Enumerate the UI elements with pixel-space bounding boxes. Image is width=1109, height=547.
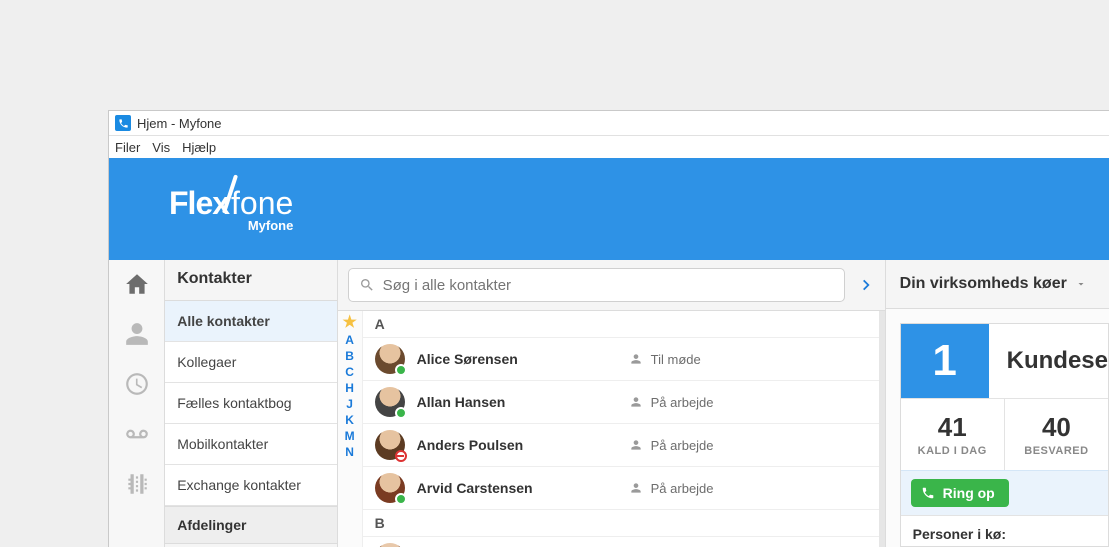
queue-actions: Ring op bbox=[901, 470, 1108, 515]
sidebar-item-colleagues[interactable]: Kollegaer bbox=[165, 342, 336, 383]
person-icon bbox=[629, 395, 643, 409]
presence-indicator bbox=[395, 450, 407, 462]
voicemail-icon[interactable] bbox=[123, 420, 151, 448]
avatar bbox=[375, 387, 405, 417]
brand-word-fone: fone bbox=[231, 185, 293, 222]
contact-status: På arbejde bbox=[629, 481, 714, 496]
contact-name: Anders Poulsen bbox=[417, 437, 617, 453]
presence-indicator bbox=[395, 407, 407, 419]
alpha-m[interactable]: M bbox=[345, 429, 355, 443]
menu-view[interactable]: Vis bbox=[152, 140, 170, 155]
avatar bbox=[375, 430, 405, 460]
contact-row[interactable]: Birthe Jensen Fri bbox=[363, 537, 879, 547]
sidebar-item-all-contacts[interactable]: Alle kontakter bbox=[165, 301, 336, 342]
nav-rail bbox=[109, 260, 165, 547]
stat-value: 40 bbox=[1042, 412, 1071, 443]
alpha-h[interactable]: H bbox=[345, 381, 354, 395]
alpha-n[interactable]: N bbox=[345, 445, 354, 459]
queue-stats: 41 KALD I DAG 40 BESVARED bbox=[901, 398, 1108, 470]
sidebar-item-exchange[interactable]: Exchange kontakter bbox=[165, 465, 336, 506]
stat-answered: 40 BESVARED bbox=[1005, 399, 1108, 470]
contact-name: Alice Sørensen bbox=[417, 351, 617, 367]
stat-label: KALD I DAG bbox=[918, 445, 987, 457]
home-icon[interactable] bbox=[123, 270, 151, 298]
menu-file[interactable]: Filer bbox=[115, 140, 140, 155]
alpha-k[interactable]: K bbox=[345, 413, 354, 427]
phone-icon bbox=[921, 486, 935, 500]
search-box[interactable] bbox=[348, 268, 845, 302]
window-title: Hjem - Myfone bbox=[137, 116, 222, 131]
dialpad-icon[interactable] bbox=[123, 470, 151, 498]
brand-subtitle: Myfone bbox=[248, 218, 294, 233]
queues-header[interactable]: Din virksomheds køer bbox=[886, 260, 1109, 309]
alpha-b[interactable]: B bbox=[345, 349, 354, 363]
call-button-label: Ring op bbox=[943, 485, 995, 501]
avatar bbox=[375, 473, 405, 503]
stat-label: BESVARED bbox=[1024, 445, 1088, 457]
queue-card: 1 Kundese 41 KALD I DAG 40 BESVARED bbox=[900, 323, 1109, 547]
main-layout: Kontakter Alle kontakter Kollegaer Fælle… bbox=[109, 260, 1109, 547]
contact-row[interactable]: Allan Hansen På arbejde bbox=[363, 381, 879, 424]
search-icon bbox=[359, 277, 375, 293]
person-icon bbox=[629, 481, 643, 495]
avatar bbox=[375, 344, 405, 374]
contact-row[interactable]: Alice Sørensen Til møde bbox=[363, 338, 879, 381]
alpha-j[interactable]: J bbox=[346, 397, 353, 411]
sidebar-item-mobile[interactable]: Mobilkontakter bbox=[165, 424, 336, 465]
next-arrow-icon[interactable] bbox=[857, 276, 875, 294]
person-icon bbox=[629, 438, 643, 452]
sidebar-item-shared-book[interactable]: Fælles kontaktbog bbox=[165, 383, 336, 424]
title-bar: Hjem - Myfone bbox=[109, 111, 1109, 136]
sidebar: Kontakter Alle kontakter Kollegaer Fælle… bbox=[165, 260, 337, 547]
group-header-b: B bbox=[363, 510, 879, 537]
person-icon bbox=[629, 352, 643, 366]
avatar bbox=[375, 543, 405, 547]
sidebar-title: Kontakter bbox=[165, 260, 336, 301]
app-window: Hjem - Myfone Filer Vis Hjælp Flex fone … bbox=[108, 110, 1109, 547]
contacts-list[interactable]: A Alice Sørensen Til møde bbox=[362, 311, 885, 547]
chevron-down-icon bbox=[1075, 278, 1087, 290]
contact-row[interactable]: Anders Poulsen På arbejde bbox=[363, 424, 879, 467]
brand-banner: Flex fone Myfone bbox=[109, 158, 1109, 260]
alpha-rail: ★ A B C H J K M N bbox=[338, 311, 362, 547]
contact-name: Allan Hansen bbox=[417, 394, 617, 410]
sidebar-section-departments[interactable]: Afdelinger bbox=[165, 506, 336, 544]
contact-status: På arbejde bbox=[629, 438, 714, 453]
contact-status: På arbejde bbox=[629, 395, 714, 410]
queues-title: Din virksomheds køer bbox=[900, 275, 1067, 293]
alpha-c[interactable]: C bbox=[345, 365, 354, 379]
contacts-body: ★ A B C H J K M N A bbox=[338, 311, 885, 547]
presence-indicator bbox=[395, 364, 407, 376]
center-column: ★ A B C H J K M N A bbox=[338, 260, 886, 547]
search-input[interactable] bbox=[383, 277, 834, 294]
brand-logo: Flex fone Myfone bbox=[169, 185, 293, 233]
menu-bar: Filer Vis Hjælp bbox=[109, 136, 1109, 158]
right-column: Din virksomheds køer 1 Kundese 41 KALD I… bbox=[886, 260, 1109, 547]
call-button[interactable]: Ring op bbox=[911, 479, 1009, 507]
menu-help[interactable]: Hjælp bbox=[182, 140, 216, 155]
search-row bbox=[338, 260, 885, 311]
queue-name: Kundese bbox=[989, 324, 1108, 398]
brand-word-flex: Flex bbox=[169, 185, 229, 222]
group-header-a: A bbox=[363, 311, 879, 338]
alpha-a[interactable]: A bbox=[345, 333, 354, 347]
contact-row[interactable]: Arvid Carstensen På arbejde bbox=[363, 467, 879, 510]
star-icon[interactable]: ★ bbox=[342, 315, 356, 331]
queue-number: 1 bbox=[901, 324, 989, 398]
stat-value: 41 bbox=[938, 412, 967, 443]
contact-name: Arvid Carstensen bbox=[417, 480, 617, 496]
queue-footer: Personer i kø: bbox=[901, 515, 1108, 547]
contact-status: Til møde bbox=[629, 352, 701, 367]
presence-indicator bbox=[395, 493, 407, 505]
person-icon[interactable] bbox=[123, 320, 151, 348]
clock-icon[interactable] bbox=[123, 370, 151, 398]
stat-calls-today: 41 KALD I DAG bbox=[901, 399, 1005, 470]
queue-top: 1 Kundese bbox=[901, 324, 1108, 398]
app-icon bbox=[115, 115, 131, 131]
